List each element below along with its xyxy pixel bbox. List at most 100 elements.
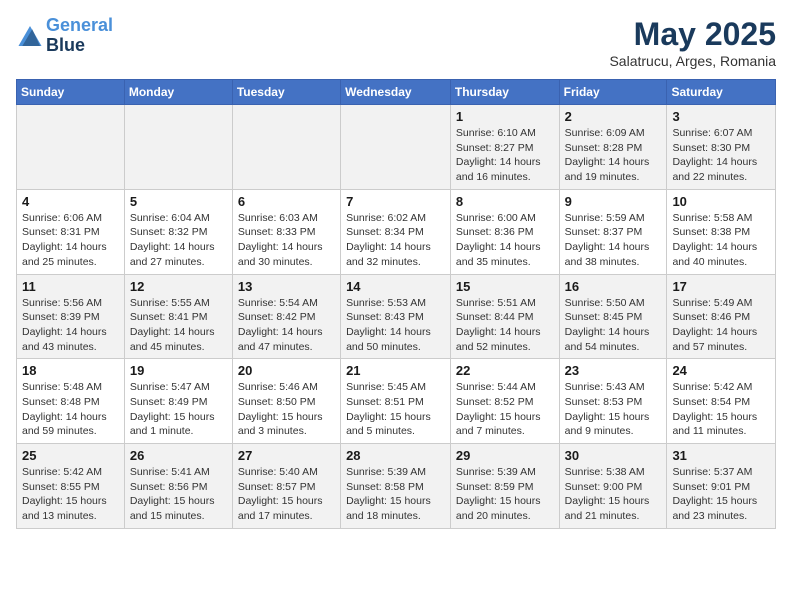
day-number: 24 <box>672 363 770 378</box>
day-number: 28 <box>346 448 445 463</box>
page-header: GeneralBlue May 2025 Salatrucu, Arges, R… <box>16 16 776 69</box>
calendar-cell: 21 Sunrise: 5:45 AM Sunset: 8:51 PM Dayli… <box>341 359 451 444</box>
day-of-week-header: Friday <box>559 80 667 105</box>
day-info: Sunrise: 5:46 AM Sunset: 8:50 PM Dayligh… <box>238 380 335 439</box>
day-number: 23 <box>565 363 662 378</box>
location-subtitle: Salatrucu, Arges, Romania <box>609 53 776 69</box>
calendar-cell: 26 Sunrise: 5:41 AM Sunset: 8:56 PM Dayli… <box>124 444 232 529</box>
day-info: Sunrise: 5:55 AM Sunset: 8:41 PM Dayligh… <box>130 296 227 355</box>
day-info: Sunrise: 5:47 AM Sunset: 8:49 PM Dayligh… <box>130 380 227 439</box>
calendar-cell: 22 Sunrise: 5:44 AM Sunset: 8:52 PM Dayli… <box>450 359 559 444</box>
calendar-cell: 11 Sunrise: 5:56 AM Sunset: 8:39 PM Dayli… <box>17 274 125 359</box>
calendar-cell: 15Sunrise: 5:51 AM Sunset: 8:44 PM Dayli… <box>450 274 559 359</box>
logo-text: GeneralBlue <box>46 16 113 56</box>
day-info: Sunrise: 6:03 AM Sunset: 8:33 PM Dayligh… <box>238 211 335 270</box>
calendar-cell: 2 Sunrise: 6:09 AM Sunset: 8:28 PM Daylig… <box>559 105 667 190</box>
calendar-cell: 10 Sunrise: 5:58 AM Sunset: 8:38 PM Dayli… <box>667 189 776 274</box>
calendar-cell: 25Sunrise: 5:42 AM Sunset: 8:55 PM Dayli… <box>17 444 125 529</box>
month-title: May 2025 <box>609 16 776 53</box>
calendar-cell <box>341 105 451 190</box>
day-number: 10 <box>672 194 770 209</box>
day-info: Sunrise: 5:53 AM Sunset: 8:43 PM Dayligh… <box>346 296 445 355</box>
day-number: 31 <box>672 448 770 463</box>
calendar-cell: 19 Sunrise: 5:47 AM Sunset: 8:49 PM Dayli… <box>124 359 232 444</box>
day-info: Sunrise: 6:02 AM Sunset: 8:34 PM Dayligh… <box>346 211 445 270</box>
day-info: Sunrise: 5:58 AM Sunset: 8:38 PM Dayligh… <box>672 211 770 270</box>
calendar-cell: 4Sunrise: 6:06 AM Sunset: 8:31 PM Daylig… <box>17 189 125 274</box>
day-number: 19 <box>130 363 227 378</box>
day-number: 27 <box>238 448 335 463</box>
day-info: Sunrise: 5:45 AM Sunset: 8:51 PM Dayligh… <box>346 380 445 439</box>
calendar-cell: 16Sunrise: 5:50 AM Sunset: 8:45 PM Dayli… <box>559 274 667 359</box>
day-number: 20 <box>238 363 335 378</box>
day-info: Sunrise: 5:38 AM Sunset: 9:00 PM Dayligh… <box>565 465 662 524</box>
calendar-cell: 29 Sunrise: 5:39 AM Sunset: 8:59 PM Dayli… <box>450 444 559 529</box>
calendar-cell: 14 Sunrise: 5:53 AM Sunset: 8:43 PM Dayli… <box>341 274 451 359</box>
day-of-week-header: Sunday <box>17 80 125 105</box>
calendar-cell: 6 Sunrise: 6:03 AM Sunset: 8:33 PM Daylig… <box>232 189 340 274</box>
day-number: 14 <box>346 279 445 294</box>
day-info: Sunrise: 5:44 AM Sunset: 8:52 PM Dayligh… <box>456 380 554 439</box>
day-number: 6 <box>238 194 335 209</box>
calendar-week-row: 18Sunrise: 5:48 AM Sunset: 8:48 PM Dayli… <box>17 359 776 444</box>
calendar-cell: 28Sunrise: 5:39 AM Sunset: 8:58 PM Dayli… <box>341 444 451 529</box>
day-number: 8 <box>456 194 554 209</box>
day-info: Sunrise: 5:50 AM Sunset: 8:45 PM Dayligh… <box>565 296 662 355</box>
day-number: 7 <box>346 194 445 209</box>
day-info: Sunrise: 6:00 AM Sunset: 8:36 PM Dayligh… <box>456 211 554 270</box>
calendar-cell: 18Sunrise: 5:48 AM Sunset: 8:48 PM Dayli… <box>17 359 125 444</box>
calendar-cell: 31 Sunrise: 5:37 AM Sunset: 9:01 PM Dayli… <box>667 444 776 529</box>
day-number: 21 <box>346 363 445 378</box>
day-number: 4 <box>22 194 119 209</box>
calendar-week-row: 11 Sunrise: 5:56 AM Sunset: 8:39 PM Dayli… <box>17 274 776 359</box>
day-of-week-header: Thursday <box>450 80 559 105</box>
day-info: Sunrise: 6:04 AM Sunset: 8:32 PM Dayligh… <box>130 211 227 270</box>
calendar-cell: 8 Sunrise: 6:00 AM Sunset: 8:36 PM Daylig… <box>450 189 559 274</box>
day-info: Sunrise: 5:40 AM Sunset: 8:57 PM Dayligh… <box>238 465 335 524</box>
day-number: 3 <box>672 109 770 124</box>
calendar-header-row: SundayMondayTuesdayWednesdayThursdayFrid… <box>17 80 776 105</box>
day-of-week-header: Monday <box>124 80 232 105</box>
day-info: Sunrise: 5:59 AM Sunset: 8:37 PM Dayligh… <box>565 211 662 270</box>
day-info: Sunrise: 5:56 AM Sunset: 8:39 PM Dayligh… <box>22 296 119 355</box>
calendar-cell <box>232 105 340 190</box>
day-info: Sunrise: 5:37 AM Sunset: 9:01 PM Dayligh… <box>672 465 770 524</box>
day-info: Sunrise: 6:09 AM Sunset: 8:28 PM Dayligh… <box>565 126 662 185</box>
day-of-week-header: Tuesday <box>232 80 340 105</box>
title-block: May 2025 Salatrucu, Arges, Romania <box>609 16 776 69</box>
day-info: Sunrise: 5:49 AM Sunset: 8:46 PM Dayligh… <box>672 296 770 355</box>
day-number: 12 <box>130 279 227 294</box>
day-number: 2 <box>565 109 662 124</box>
calendar-cell: 20 Sunrise: 5:46 AM Sunset: 8:50 PM Dayli… <box>232 359 340 444</box>
calendar-week-row: 1 Sunrise: 6:10 AM Sunset: 8:27 PM Daylig… <box>17 105 776 190</box>
calendar-cell: 5Sunrise: 6:04 AM Sunset: 8:32 PM Daylig… <box>124 189 232 274</box>
day-number: 1 <box>456 109 554 124</box>
day-info: Sunrise: 5:41 AM Sunset: 8:56 PM Dayligh… <box>130 465 227 524</box>
day-number: 25 <box>22 448 119 463</box>
day-number: 26 <box>130 448 227 463</box>
day-info: Sunrise: 5:39 AM Sunset: 8:59 PM Dayligh… <box>456 465 554 524</box>
day-of-week-header: Wednesday <box>341 80 451 105</box>
day-number: 13 <box>238 279 335 294</box>
calendar-week-row: 25Sunrise: 5:42 AM Sunset: 8:55 PM Dayli… <box>17 444 776 529</box>
day-number: 22 <box>456 363 554 378</box>
calendar-cell: 7 Sunrise: 6:02 AM Sunset: 8:34 PM Daylig… <box>341 189 451 274</box>
day-info: Sunrise: 5:42 AM Sunset: 8:54 PM Dayligh… <box>672 380 770 439</box>
calendar-cell: 1 Sunrise: 6:10 AM Sunset: 8:27 PM Daylig… <box>450 105 559 190</box>
logo: GeneralBlue <box>16 16 113 56</box>
day-of-week-header: Saturday <box>667 80 776 105</box>
day-number: 29 <box>456 448 554 463</box>
day-info: Sunrise: 5:48 AM Sunset: 8:48 PM Dayligh… <box>22 380 119 439</box>
day-number: 17 <box>672 279 770 294</box>
calendar-cell: 17 Sunrise: 5:49 AM Sunset: 8:46 PM Dayli… <box>667 274 776 359</box>
calendar-cell: 23 Sunrise: 5:43 AM Sunset: 8:53 PM Dayli… <box>559 359 667 444</box>
calendar-week-row: 4Sunrise: 6:06 AM Sunset: 8:31 PM Daylig… <box>17 189 776 274</box>
calendar-cell <box>124 105 232 190</box>
calendar-cell: 3 Sunrise: 6:07 AM Sunset: 8:30 PM Daylig… <box>667 105 776 190</box>
day-info: Sunrise: 5:43 AM Sunset: 8:53 PM Dayligh… <box>565 380 662 439</box>
day-number: 11 <box>22 279 119 294</box>
day-info: Sunrise: 6:10 AM Sunset: 8:27 PM Dayligh… <box>456 126 554 185</box>
calendar-cell: 12 Sunrise: 5:55 AM Sunset: 8:41 PM Dayli… <box>124 274 232 359</box>
day-number: 30 <box>565 448 662 463</box>
day-info: Sunrise: 6:07 AM Sunset: 8:30 PM Dayligh… <box>672 126 770 185</box>
